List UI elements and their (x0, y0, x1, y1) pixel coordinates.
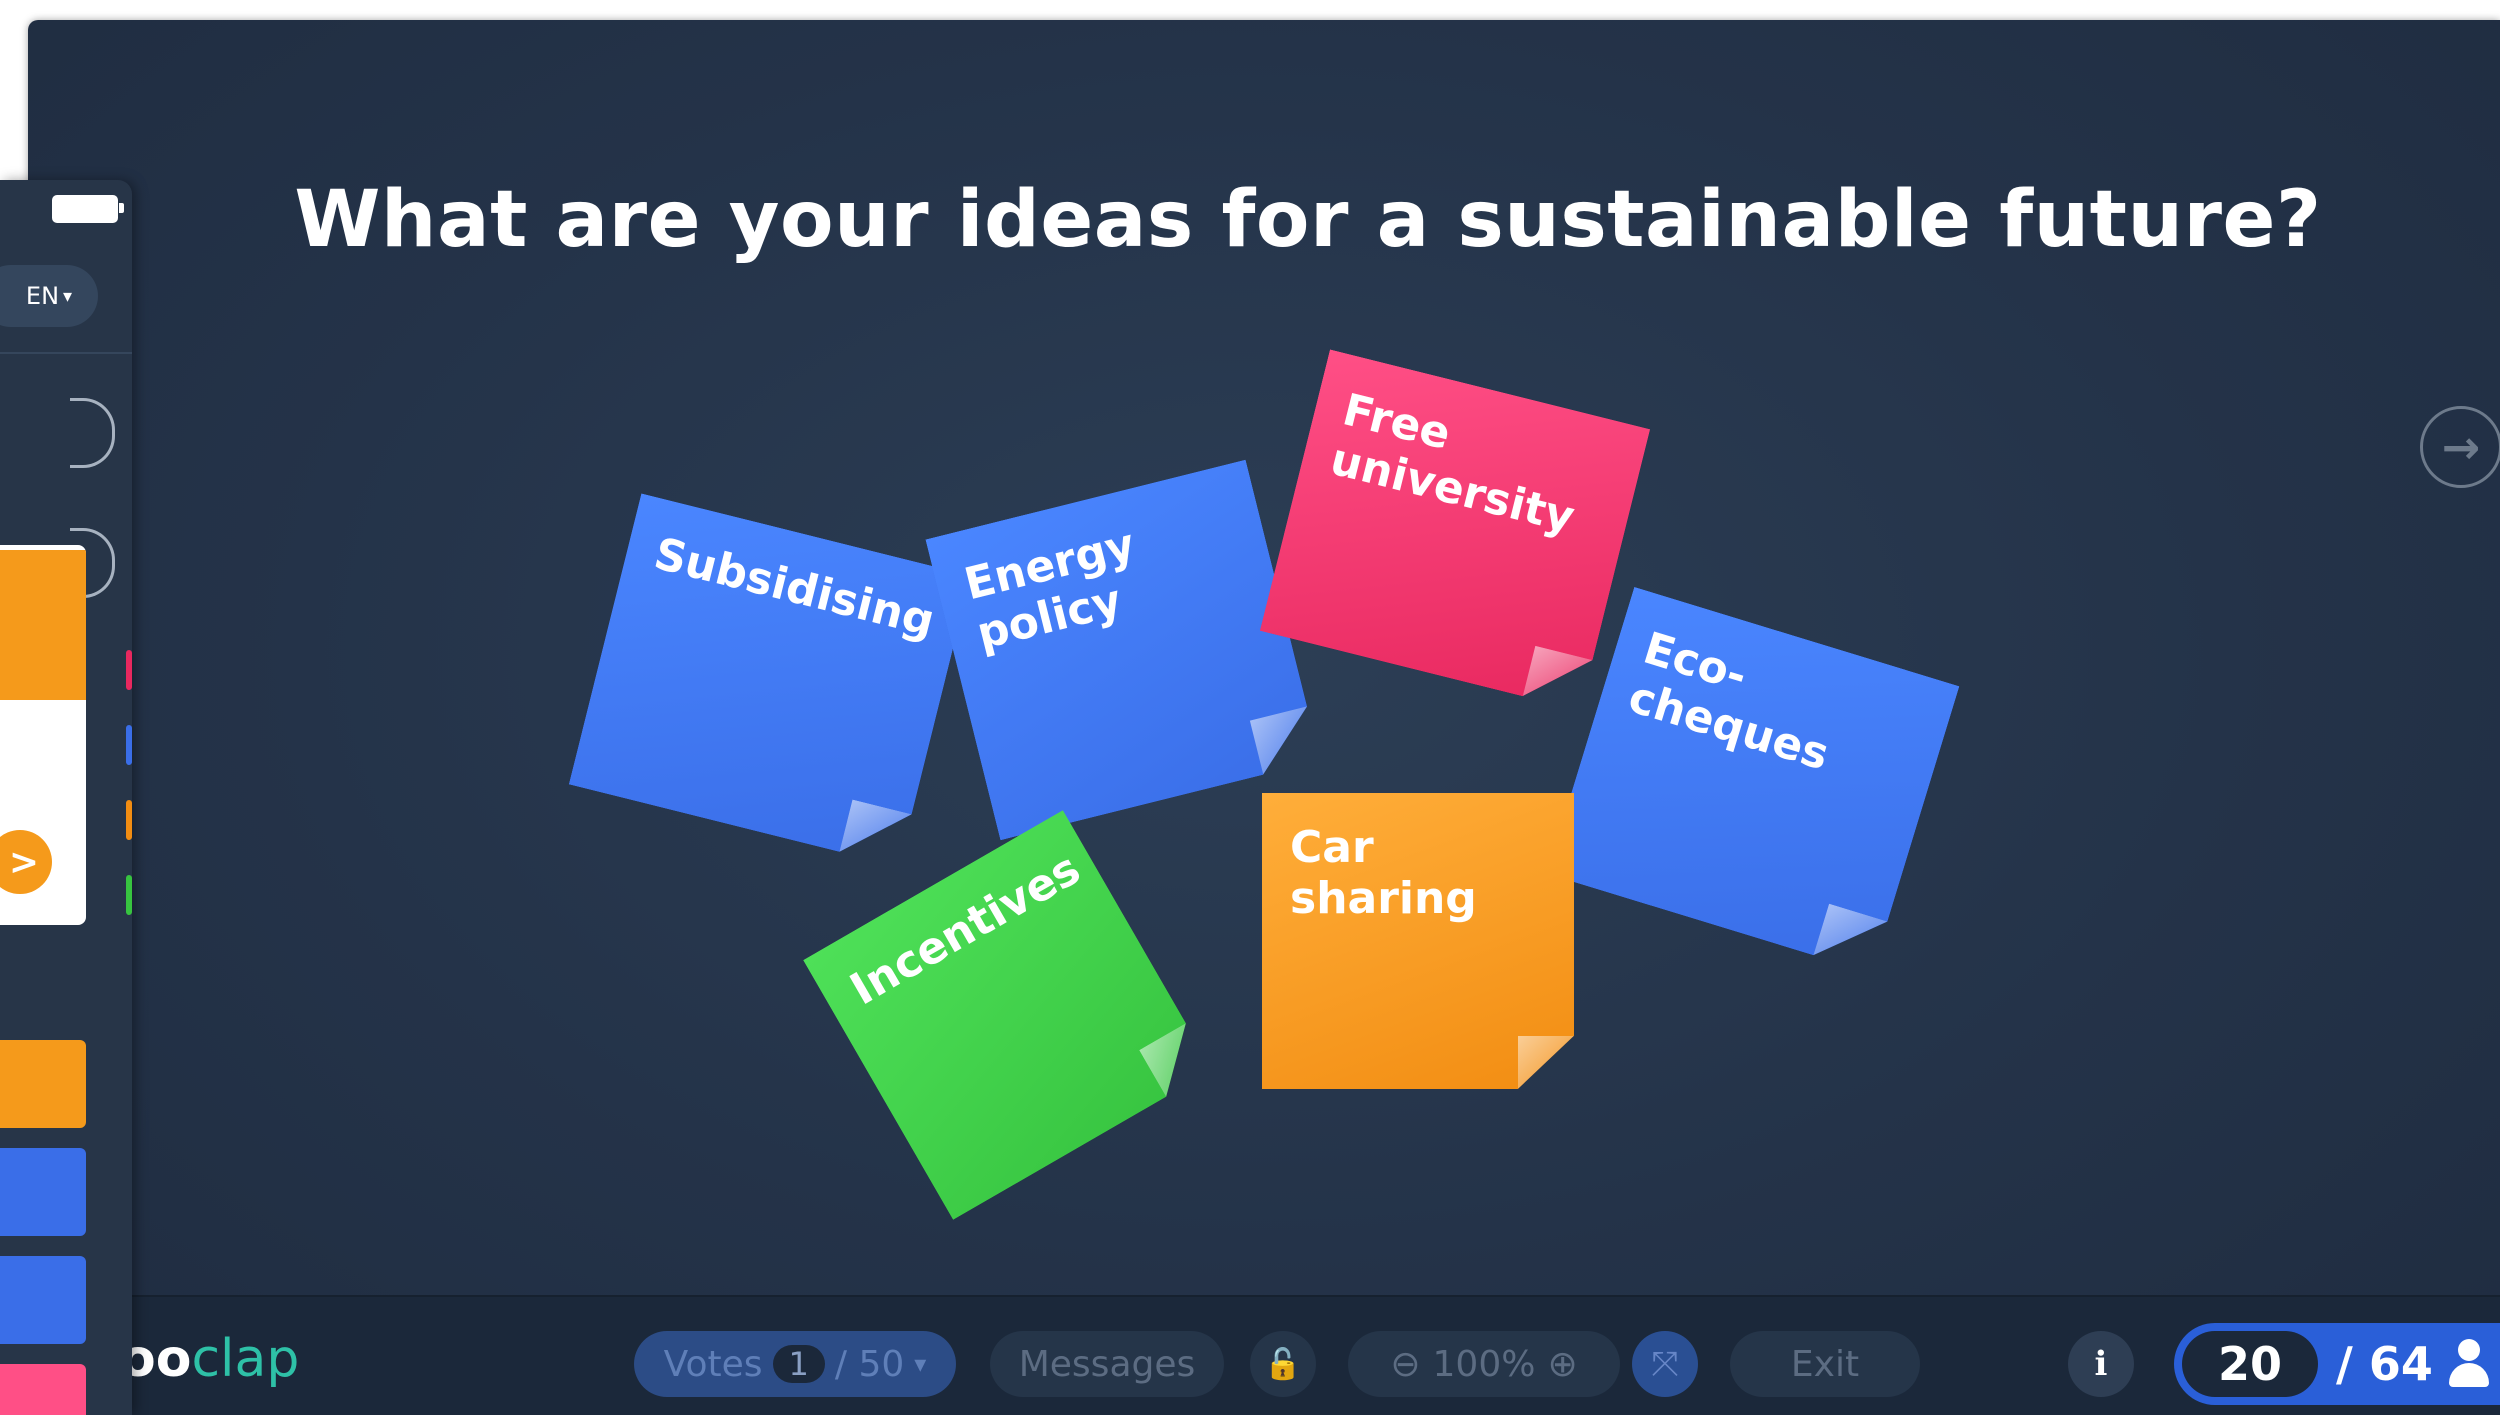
note-preview-orange[interactable] (0, 1040, 86, 1128)
exit-label: Exit (1790, 1343, 1860, 1385)
color-header (0, 550, 86, 700)
messages-label: Messages (1018, 1343, 1196, 1385)
participants-current: 20 (2182, 1331, 2318, 1397)
sticky-note-text: Eco-cheques (1622, 622, 1835, 781)
zoom-in-icon[interactable]: ⊕ (1547, 1344, 1577, 1385)
phone-preview: EN ▾ > (0, 180, 132, 1415)
send-button[interactable]: > (0, 830, 52, 894)
fullscreen-icon: ⤧ (1651, 1344, 1679, 1384)
votes-current: 1 (772, 1345, 825, 1383)
fullscreen-button[interactable]: ⤧ (1632, 1331, 1698, 1397)
votes-label: Votes (663, 1343, 763, 1385)
color-option-blue[interactable] (126, 725, 132, 765)
sticky-note[interactable]: Subsidising (569, 493, 971, 866)
presentation-window: What are your ideas for a sustainable fu… (28, 20, 2500, 1415)
note-curl (1522, 646, 1592, 711)
chevron-down-icon: ▾ (63, 285, 73, 307)
color-option-pink[interactable] (126, 650, 132, 690)
note-preview-blue[interactable] (0, 1256, 86, 1344)
sticky-note[interactable]: Free university (1260, 349, 1650, 710)
zoom-level: 100% (1432, 1343, 1536, 1385)
color-option-orange[interactable] (126, 800, 132, 840)
info-icon: i (2094, 1344, 2108, 1384)
divider (0, 352, 132, 354)
votes-total: / 50 (834, 1343, 905, 1385)
question-title: What are your ideas for a sustainable fu… (294, 175, 2322, 265)
note-preview-pink[interactable] (0, 1364, 86, 1415)
language-label: EN (25, 282, 60, 310)
next-slide-button[interactable]: → (2420, 406, 2500, 488)
option-ring[interactable] (70, 398, 115, 468)
bottom-toolbar: ooclap Votes 1 / 50 ▾ Messages 🔓 ⊖ 100% … (28, 1295, 2500, 1415)
sticky-note[interactable]: Car sharing (1262, 793, 1574, 1089)
sticky-note-text: Car sharing (1290, 822, 1477, 924)
note-curl (839, 799, 911, 866)
battery-icon (52, 195, 124, 223)
zoom-out-icon[interactable]: ⊖ (1390, 1344, 1420, 1385)
send-icon: > (8, 841, 40, 883)
note-curl (1813, 904, 1887, 974)
color-option-green[interactable] (126, 875, 132, 915)
sticky-note[interactable]: Incentives (803, 810, 1213, 1220)
note-curl (1517, 1035, 1574, 1089)
note-curl (1139, 1023, 1213, 1097)
unlock-icon: 🔓 (1264, 1346, 1302, 1382)
idea-input-card: > (0, 545, 86, 925)
sticky-note-text: Free university (1325, 384, 1580, 544)
sticky-note-text: Energy policy (959, 519, 1140, 660)
sticky-note-text: Incentives (841, 843, 1089, 1016)
note-curl (1249, 706, 1320, 775)
note-preview-blue[interactable] (0, 1148, 86, 1236)
brand-logo: ooclap (120, 1329, 300, 1389)
sticky-note[interactable]: Eco-cheques (1547, 587, 1960, 973)
exit-button[interactable]: Exit (1730, 1331, 1920, 1397)
participants-total: / 64 (2336, 1337, 2433, 1391)
user-icon (2448, 1339, 2489, 1389)
participants-counter: 20 / 64 (2174, 1323, 2500, 1405)
votes-button[interactable]: Votes 1 / 50 ▾ (634, 1331, 956, 1397)
chevron-down-icon: ▾ (914, 1350, 927, 1378)
language-selector[interactable]: EN ▾ (0, 265, 98, 327)
messages-button[interactable]: Messages (990, 1331, 1224, 1397)
arrow-right-icon: → (2441, 420, 2481, 474)
sticky-note-text: Subsidising (649, 528, 940, 648)
zoom-control: ⊖ 100% ⊕ (1348, 1331, 1620, 1397)
lock-button[interactable]: 🔓 (1250, 1331, 1316, 1397)
info-button[interactable]: i (2068, 1331, 2134, 1397)
sticky-note[interactable]: Energy policy (925, 460, 1320, 841)
